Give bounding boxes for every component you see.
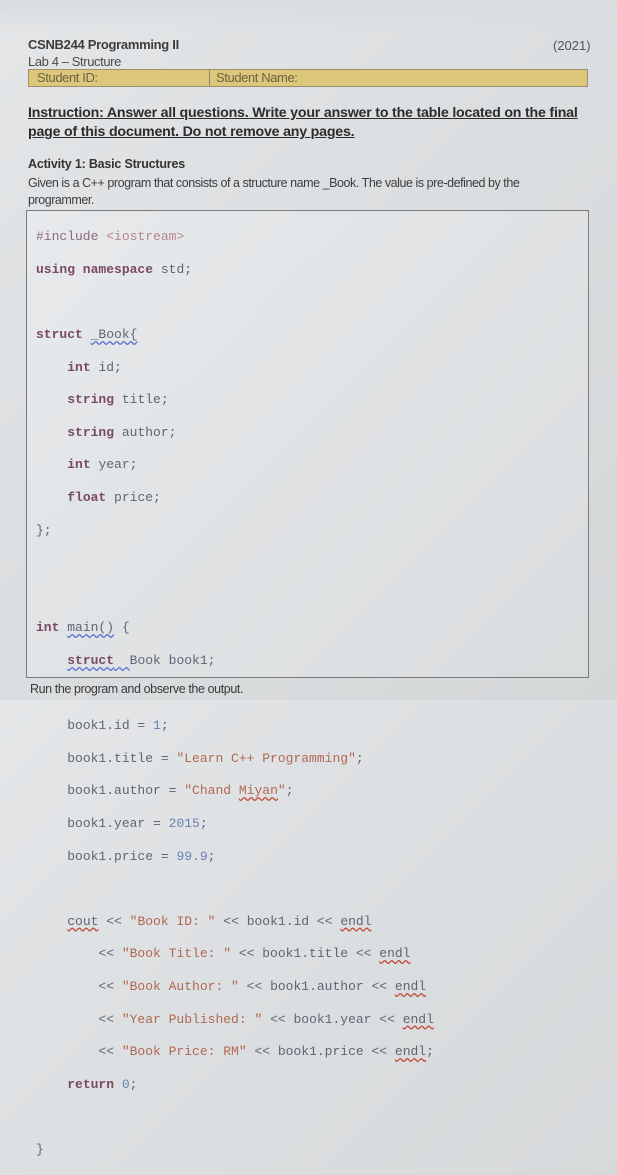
- instruction-text: Instruction: Answer all questions. Write…: [28, 105, 578, 140]
- code-line-main-close: }: [36, 1141, 44, 1157]
- footer-instruction: Run the program and observe the output.: [30, 682, 244, 696]
- code-line-using: using namespace std;: [36, 261, 193, 277]
- photo-shadow: [0, 0, 617, 30]
- year-label: (2021): [553, 38, 591, 53]
- student-info-bar: Student ID: Student Name:: [28, 69, 588, 87]
- code-line-field: string author;: [67, 424, 177, 440]
- code-line-cout: << "Book Title: " << book1.title << endl: [98, 946, 411, 962]
- activity-description: Given is a C++ program that consists of …: [28, 176, 520, 207]
- code-line-cout: << "Book Price: RM" << book1.price << en…: [98, 1044, 434, 1060]
- code-line-include: #include <iostream>: [36, 229, 185, 245]
- code-line-struct-close: };: [36, 522, 52, 538]
- code-line-main: int main() {: [36, 620, 130, 636]
- course-title: CSNB244 Programming II: [28, 37, 179, 52]
- code-line-assign: book1.price = 99.9;: [67, 848, 216, 864]
- code-line-field: string title;: [67, 392, 169, 408]
- activity-title: Activity 1: Basic Structures: [28, 157, 185, 171]
- code-line-struct: struct _Book{: [36, 327, 138, 343]
- code-line-cout: << "Book Author: " << book1.author << en…: [98, 978, 427, 994]
- code-line-assign: book1.year = 2015;: [67, 815, 208, 831]
- student-id-field[interactable]: Student ID:: [29, 70, 210, 86]
- code-line-declaration: struct Book book1;: [67, 653, 216, 669]
- code-line-field: int year;: [67, 457, 138, 473]
- lab-title: Lab 4 – Structure: [28, 54, 121, 69]
- code-line-cout: cout << "Book ID: " << book1.id << endl: [67, 913, 372, 929]
- code-listing-box: #include <iostream> using namespace std;…: [26, 210, 589, 1157]
- code-line-return: return 0;: [67, 1076, 138, 1092]
- struct-name: _Book{: [90, 327, 138, 343]
- student-name-field[interactable]: Student Name:: [210, 70, 587, 86]
- code-line-field: int id;: [67, 359, 122, 375]
- code-line-cout: << "Year Published: " << book1.year << e…: [98, 1011, 434, 1027]
- code-line-assign: book1.id = 1;: [67, 718, 169, 734]
- code-line-assign: book1.author = "Chand Miyan";: [67, 783, 294, 799]
- code-line-field: float price;: [67, 490, 161, 506]
- code-line-assign: book1.title = "Learn C++ Programming";: [67, 750, 364, 766]
